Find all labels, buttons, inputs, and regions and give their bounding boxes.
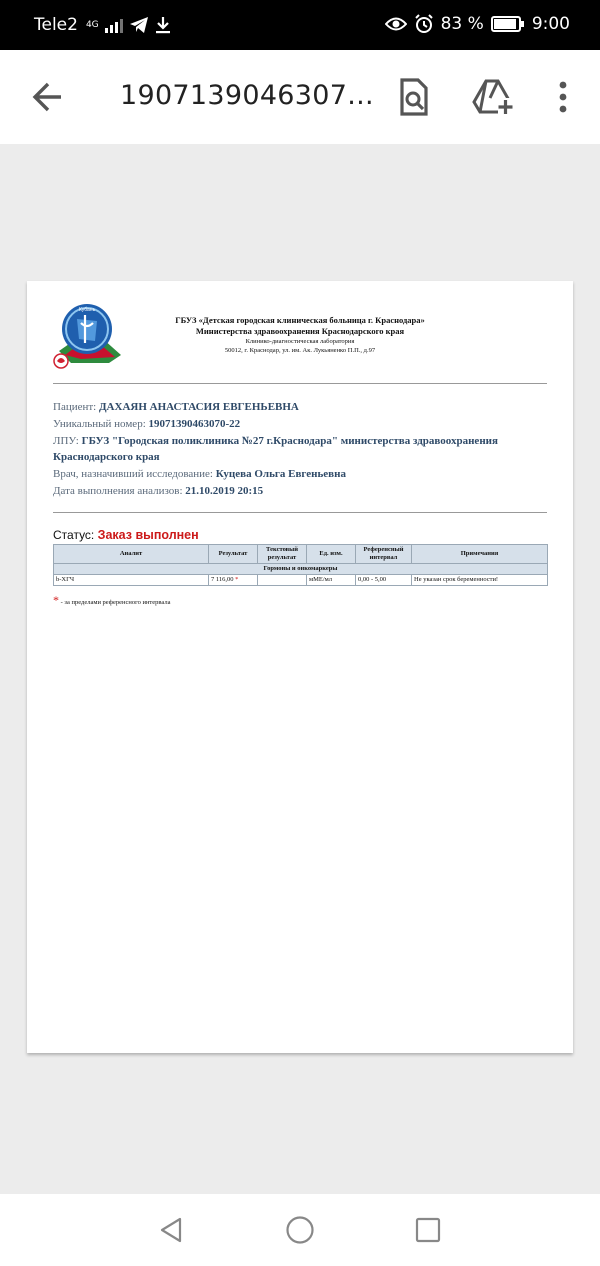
telegram-icon bbox=[129, 17, 148, 33]
col-result: Результат bbox=[208, 544, 258, 564]
cell-reference: 0,00 - 5,00 bbox=[355, 574, 412, 586]
back-arrow-icon[interactable] bbox=[30, 81, 64, 113]
unique-number-label: Уникальный номер: bbox=[53, 417, 146, 430]
patient-value: ДАХАЯН АНАСТАСИЯ ЕВГЕНЬЕВНА bbox=[98, 401, 299, 413]
document-search-icon[interactable] bbox=[396, 78, 432, 116]
header-hospital: ГБУЗ «Детская городская клиническая боль… bbox=[175, 315, 425, 325]
header-lab: Клинико-диагностическая лаборатория bbox=[245, 338, 355, 345]
app-toolbar: 1907139046307... bbox=[0, 50, 600, 145]
divider bbox=[53, 383, 547, 384]
lpu-label: ЛПУ: bbox=[53, 434, 79, 447]
status-label: Статус: bbox=[53, 528, 95, 542]
col-text-result: Текстовый результат bbox=[257, 544, 307, 564]
footnote: * - за пределами референсного интервала bbox=[53, 593, 170, 608]
unique-number-value: 19071390463070-22 bbox=[148, 417, 241, 430]
document-header: ГБУЗ «Детская городская клиническая боль… bbox=[147, 315, 453, 355]
patient-label: Пациент: bbox=[53, 401, 97, 413]
cell-notes: Не указан срок беременности! bbox=[411, 574, 548, 586]
navigation-bar bbox=[0, 1194, 600, 1266]
table-group-row: Гормоны и онкомаркеры bbox=[53, 563, 548, 575]
cell-unit: мМЕ/мл bbox=[306, 574, 356, 586]
unique-number-row: Уникальный номер: 19071390463070-22 bbox=[53, 416, 553, 433]
date-label: Дата выполнения анализов: bbox=[53, 484, 183, 497]
footnote-star: * bbox=[53, 593, 59, 607]
network-type: 4G bbox=[85, 19, 99, 30]
battery-icon bbox=[490, 16, 524, 32]
document-title: 1907139046307... bbox=[120, 80, 374, 111]
table-row: b-ХГЧ 7 116,00 * мМЕ/мл 0,00 - 5,00 Не у… bbox=[53, 574, 548, 586]
header-ministry: Министерства здравоохранения Краснодарск… bbox=[195, 326, 405, 336]
col-notes: Примечания bbox=[411, 544, 548, 564]
order-status: Статус: Заказ выполнен bbox=[53, 528, 199, 542]
results-table: Аналит Результат Текстовый результат Ед.… bbox=[53, 544, 548, 586]
cell-text-result bbox=[257, 574, 307, 586]
drive-add-icon[interactable] bbox=[472, 78, 514, 116]
more-vert-icon[interactable] bbox=[548, 78, 578, 116]
nav-recents-icon[interactable] bbox=[414, 1216, 442, 1244]
clock: 9:00 bbox=[531, 14, 570, 34]
col-unit: Ед. изм. bbox=[306, 544, 356, 564]
carrier-label: Tele2 bbox=[34, 15, 78, 35]
divider bbox=[53, 512, 547, 513]
signal-icon bbox=[104, 17, 123, 33]
patient-row: Пациент: ДАХАЯН АНАСТАСИЯ ЕВГЕНЬЕВНА bbox=[53, 399, 553, 416]
lpu-row: ЛПУ: ГБУЗ "Городская поликлиника №27 г.К… bbox=[53, 433, 553, 467]
col-analyte: Аналит bbox=[53, 544, 209, 564]
nav-home-icon[interactable] bbox=[285, 1215, 315, 1245]
date-row: Дата выполнения анализов: 21.10.2019 20:… bbox=[53, 483, 553, 500]
header-address: 50012, г. Краснодар, ул. им. Ак. Лукьяне… bbox=[224, 347, 376, 354]
pdf-viewer[interactable]: Кубань ГБУЗ «Детская городская клиническ… bbox=[0, 144, 600, 1194]
document-page: Кубань ГБУЗ «Детская городская клиническ… bbox=[27, 281, 573, 1053]
status-value: Заказ выполнен bbox=[97, 528, 199, 542]
cell-result: 7 116,00 * bbox=[208, 574, 258, 586]
doctor-label: Врач, назначивший исследование: bbox=[53, 468, 213, 481]
eye-icon bbox=[384, 17, 407, 31]
col-reference: Референсный интервал bbox=[355, 544, 412, 564]
battery-percent: 83 % bbox=[440, 14, 484, 34]
status-bar: Tele2 4G 83 % 9:00 bbox=[0, 0, 600, 50]
lpu-value: ГБУЗ "Городская поликлиника №27 г.Красно… bbox=[53, 434, 498, 464]
out-of-range-flag: * bbox=[235, 576, 239, 583]
footnote-text: - за пределами референсного интервала bbox=[60, 599, 171, 606]
nav-back-icon[interactable] bbox=[158, 1216, 184, 1244]
alarm-icon bbox=[414, 14, 433, 33]
group-label: Гормоны и онкомаркеры bbox=[53, 563, 548, 575]
download-icon bbox=[155, 17, 170, 34]
logo-text: Кубань bbox=[79, 307, 96, 313]
cell-analyte: b-ХГЧ bbox=[53, 574, 209, 586]
result-value: 7 116,00 bbox=[211, 576, 234, 583]
doctor-value: Куцева Ольга Евгеньевна bbox=[215, 468, 346, 481]
table-header-row: Аналит Результат Текстовый результат Ед.… bbox=[53, 544, 548, 564]
date-value: 21.10.2019 20:15 bbox=[185, 484, 264, 497]
doctor-row: Врач, назначивший исследование: Куцева О… bbox=[53, 466, 553, 483]
patient-info: Пациент: ДАХАЯН АНАСТАСИЯ ЕВГЕНЬЕВНА Уни… bbox=[53, 399, 553, 500]
hospital-logo: Кубань bbox=[53, 304, 121, 369]
